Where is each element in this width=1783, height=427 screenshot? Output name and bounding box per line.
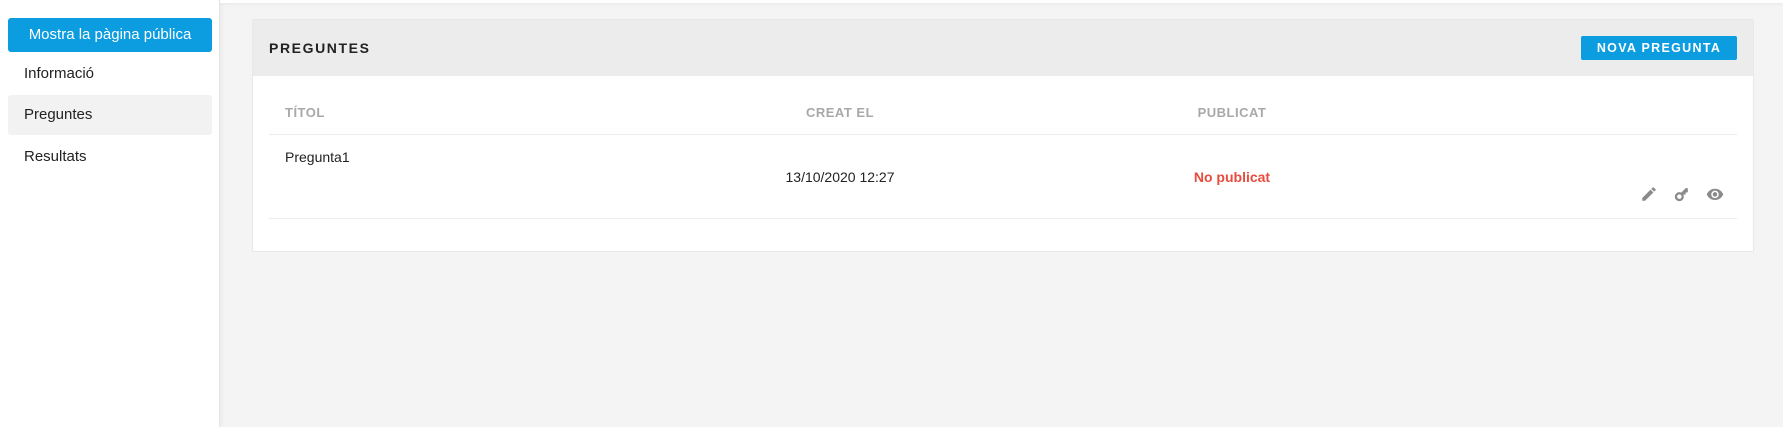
- row-divider: [269, 218, 1737, 219]
- sidebar-item-preguntes[interactable]: Preguntes: [8, 95, 212, 135]
- panel-header: PREGUNTES NOVA PREGUNTA: [253, 20, 1753, 76]
- column-header-created: CREAT EL: [805, 105, 875, 120]
- column-header-published: PUBLICAT: [1197, 105, 1267, 120]
- panel-title: PREGUNTES: [269, 40, 371, 56]
- show-public-page-button[interactable]: Mostra la pàgina pública: [8, 18, 212, 52]
- top-bar: [220, 0, 1783, 3]
- sidebar-item-informacio[interactable]: Informació: [8, 54, 212, 94]
- column-header-title: TÍTOL: [285, 105, 325, 120]
- header-divider: [269, 134, 1737, 135]
- row-created-date: 13/10/2020 12:27: [785, 169, 895, 185]
- eye-icon[interactable]: [1706, 185, 1724, 203]
- pencil-icon[interactable]: [1640, 185, 1658, 203]
- key-icon[interactable]: [1673, 185, 1691, 203]
- sidebar: Mostra la pàgina pública Informació Preg…: [0, 0, 220, 427]
- sidebar-item-resultats[interactable]: Resultats: [8, 137, 212, 177]
- row-title: Pregunta1: [285, 149, 350, 165]
- questions-panel: PREGUNTES NOVA PREGUNTA TÍTOL CREAT EL P…: [252, 19, 1754, 252]
- row-status-badge: No publicat: [1193, 169, 1271, 185]
- new-question-button[interactable]: NOVA PREGUNTA: [1581, 36, 1737, 60]
